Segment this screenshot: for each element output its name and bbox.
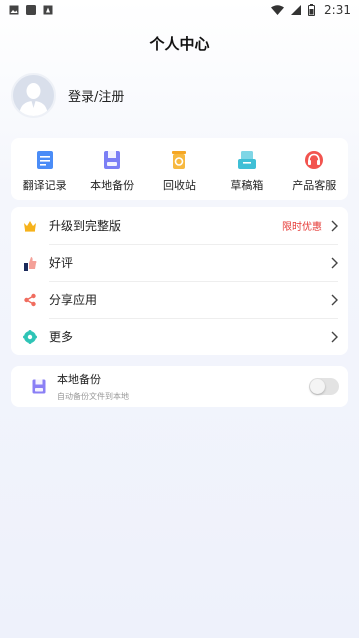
menu-item-label: 升级到完整版 xyxy=(49,219,122,233)
drafts-icon xyxy=(236,149,258,171)
share-icon xyxy=(22,292,38,308)
tool-local-backup[interactable]: 本地备份 xyxy=(80,149,144,193)
crown-icon xyxy=(22,218,38,234)
image-icon xyxy=(9,5,19,15)
notification-icon xyxy=(43,5,53,15)
tool-label: 本地备份 xyxy=(90,179,135,192)
local-backup-icon xyxy=(31,379,47,395)
backup-title: 本地备份 xyxy=(57,373,101,386)
chevron-right-icon xyxy=(331,294,338,305)
promo-badge: 限时优惠 xyxy=(282,222,322,233)
tool-drafts[interactable]: 草稿箱 xyxy=(215,149,279,193)
thumbs-up-icon xyxy=(22,255,38,271)
recycle-bin-icon xyxy=(168,149,190,171)
tool-translate-record[interactable]: 翻译记录 xyxy=(13,149,77,193)
menu-item-rate[interactable]: 好评 xyxy=(11,244,348,281)
battery-icon xyxy=(308,4,316,16)
profile-section[interactable]: 登录/注册 xyxy=(11,73,124,118)
login-register-link[interactable]: 登录/注册 xyxy=(68,86,124,105)
tool-label: 草稿箱 xyxy=(230,179,264,192)
chevron-right-icon xyxy=(331,220,338,231)
local-backup-icon xyxy=(101,149,123,171)
menu-item-label: 分享应用 xyxy=(49,293,98,307)
wifi-icon xyxy=(271,5,285,15)
more-icon xyxy=(22,329,38,345)
chevron-right-icon xyxy=(331,257,338,268)
menu-item-label: 好评 xyxy=(49,256,74,270)
tools-card: 翻译记录 本地备份 回收站 草稿箱 产品客服 xyxy=(11,138,348,200)
signal-icon xyxy=(291,5,302,15)
translate-record-icon xyxy=(34,149,56,171)
menu-item-more[interactable]: 更多 xyxy=(11,318,348,355)
backup-subtitle: 自动备份文件到本地 xyxy=(57,392,129,401)
tool-label: 产品客服 xyxy=(292,179,337,192)
chevron-right-icon xyxy=(331,331,338,342)
status-bar: 2:31 xyxy=(0,0,359,20)
backup-card: 本地备份 自动备份文件到本地 xyxy=(11,366,348,407)
menu-item-label: 更多 xyxy=(49,330,74,344)
app-icon xyxy=(26,5,36,15)
toggle-knob xyxy=(310,379,325,394)
user-avatar-icon[interactable] xyxy=(11,73,56,118)
menu-item-upgrade[interactable]: 升级到完整版 限时优惠 xyxy=(11,207,348,244)
page-title: 个人中心 xyxy=(149,35,210,53)
tool-recycle-bin[interactable]: 回收站 xyxy=(147,149,211,193)
tool-customer-service[interactable]: 产品客服 xyxy=(282,149,346,193)
auto-backup-toggle[interactable] xyxy=(309,378,339,395)
status-time: 2:31 xyxy=(324,3,351,17)
tool-label: 回收站 xyxy=(162,179,196,192)
menu-item-share[interactable]: 分享应用 xyxy=(11,281,348,318)
tool-label: 翻译记录 xyxy=(22,179,67,192)
customer-service-icon xyxy=(303,149,325,171)
menu-card: 升级到完整版 限时优惠 好评 分享应用 更多 xyxy=(11,207,348,355)
